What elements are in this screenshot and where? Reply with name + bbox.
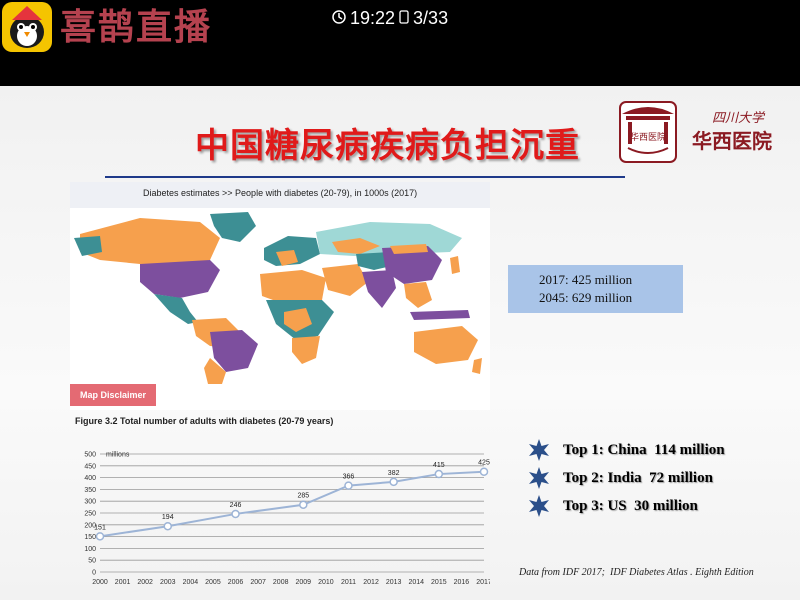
y-tick-label: 100 <box>84 546 96 553</box>
x-tick-label: 2006 <box>228 579 244 586</box>
data-label: 151 <box>94 524 106 531</box>
data-point <box>389 477 398 487</box>
hospital-name-line1: 四川大学 <box>712 110 766 126</box>
time-label: 19:22 <box>350 8 396 28</box>
x-tick-label: 2004 <box>183 579 199 586</box>
y-tick-label: 0 <box>92 570 96 577</box>
hospital-logo: 华西医院 四川大学 华西医院 <box>614 100 784 166</box>
x-tick-label: 2000 <box>92 579 108 586</box>
x-tick-label: 2001 <box>115 579 131 586</box>
data-label: 285 <box>297 493 309 500</box>
figure-caption: Figure 3.2 Total number of adults with d… <box>75 416 334 426</box>
top-3-label: Top 3: US 30 million <box>563 497 698 514</box>
data-label: 415 <box>433 462 445 469</box>
map-caption: Diabetes estimates >> People with diabet… <box>143 188 418 198</box>
slide-title: 中国糖尿病疾病负担沉重 <box>195 126 580 166</box>
x-tick-label: 2010 <box>318 579 334 586</box>
x-tick-label: 2002 <box>137 579 153 586</box>
x-tick-label: 2007 <box>250 579 266 586</box>
y-tick-label: 250 <box>84 511 96 518</box>
world-map-panel: Diabetes estimates >> People with diabet… <box>70 182 490 410</box>
app-logo-icon[interactable] <box>2 2 52 52</box>
data-point <box>479 467 489 476</box>
estimates-box: 2017: 425 million 2045: 629 million <box>508 265 683 313</box>
map-disclaimer-button[interactable]: Map Disclaimer <box>70 384 156 406</box>
x-tick-label: 2009 <box>296 579 312 586</box>
clock-icon <box>332 8 346 29</box>
data-label: 194 <box>162 514 174 521</box>
star-icon <box>529 439 549 461</box>
app-name: 喜鹊直播 <box>60 6 213 48</box>
x-tick-label: 2003 <box>160 579 176 586</box>
y-tick-label: 400 <box>84 475 96 482</box>
top-1-label: Top 1: China 114 million <box>563 441 725 458</box>
y-tick-label: 300 <box>84 499 96 506</box>
x-tick-label: 2013 <box>386 579 402 586</box>
y-tick-label: 500 <box>84 452 96 459</box>
star-icon <box>529 495 549 517</box>
y-tick-label: 150 <box>84 534 96 541</box>
data-point <box>95 532 105 541</box>
x-tick-label: 2012 <box>363 579 379 586</box>
data-point <box>163 521 173 531</box>
x-tick-label: 2014 <box>408 579 424 586</box>
data-label: 246 <box>230 502 242 509</box>
page-icon <box>399 8 409 29</box>
data-label: 382 <box>388 470 400 477</box>
map-header: Diabetes estimates >> People with diabet… <box>70 182 490 208</box>
x-tick-label: 2016 <box>454 579 470 586</box>
data-label: 425 <box>478 460 490 467</box>
list-item: Top 3: US 30 million <box>527 492 725 520</box>
page-counter: 3/33 <box>413 8 449 28</box>
source-note: Data from IDF 2017; IDF Diabetes Atlas .… <box>519 567 754 578</box>
hospital-name-line2: 华西医院 <box>692 129 772 153</box>
data-point <box>344 481 353 490</box>
status-bar: 喜鹊直播 19:22 3/33 <box>0 0 800 86</box>
list-item: Top 2: India 72 million <box>527 464 725 492</box>
data-label: 366 <box>343 474 355 481</box>
estimate-2045: 2045: 629 million <box>539 290 633 305</box>
diabetes-line-chart: 0501001502002503003504004505002000 2001 20… <box>84 452 490 587</box>
list-item: Top 1: China 114 million <box>527 436 725 464</box>
data-point <box>231 509 240 519</box>
world-map <box>70 208 490 384</box>
data-point <box>434 469 444 479</box>
status-info: 19:22 3/33 <box>332 8 448 29</box>
series-line <box>99 470 485 538</box>
y-tick-label: 350 <box>84 487 96 494</box>
y-tick-label: 50 <box>88 558 96 565</box>
hospital-seal-text: 华西医院 <box>630 131 666 143</box>
estimate-2017: 2017: 425 million <box>539 272 633 287</box>
x-tick-label: 2008 <box>273 579 289 586</box>
title-underline <box>105 176 625 178</box>
y-tick-label: 450 <box>84 463 96 470</box>
y-axis-label: millions <box>106 452 130 459</box>
x-tick-label: 2017 <box>476 579 490 586</box>
top-2-label: Top 2: India 72 million <box>563 469 713 486</box>
top-countries-list: Top 1: China 114 million Top 2: India 72… <box>527 436 725 520</box>
star-icon <box>529 467 549 489</box>
presentation-slide: 中国糖尿病疾病负担沉重 华西医院 四川大学 华西医院 Diabetes esti… <box>0 86 800 600</box>
x-tick-label: 2015 <box>431 579 447 586</box>
x-tick-label: 2005 <box>205 579 221 586</box>
data-point <box>299 500 308 509</box>
x-tick-label: 2011 <box>341 579 356 586</box>
